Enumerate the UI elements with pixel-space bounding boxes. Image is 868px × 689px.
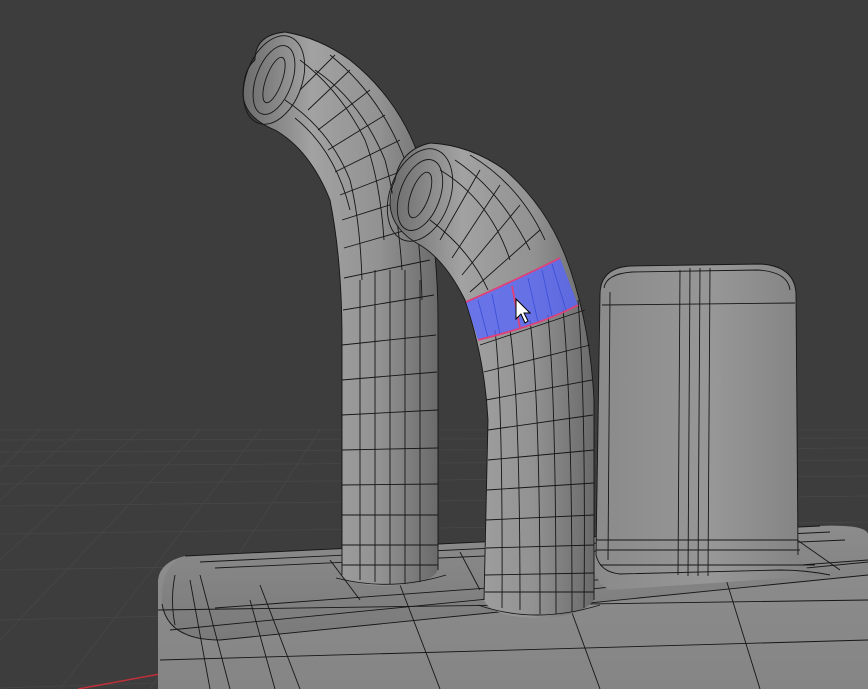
3d-viewport[interactable] xyxy=(0,0,868,689)
rounded-box-column[interactable] xyxy=(594,263,831,590)
x-axis-line xyxy=(77,673,161,689)
